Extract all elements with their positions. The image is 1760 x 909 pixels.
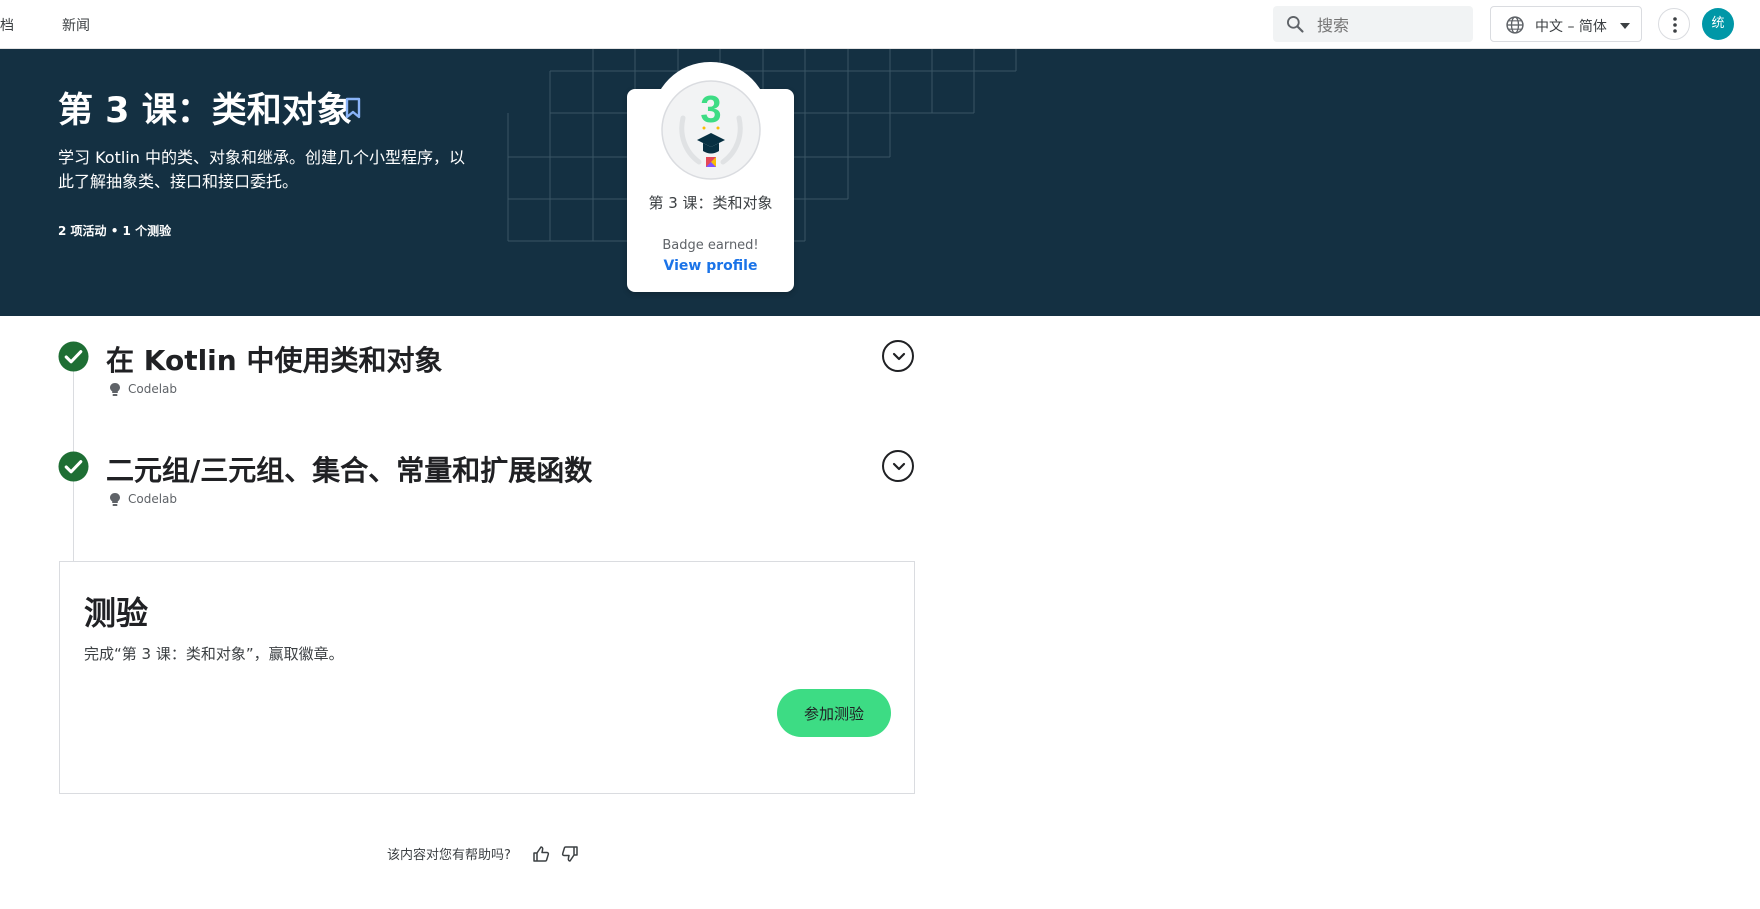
chevron-down-icon (892, 352, 906, 361)
lesson-description: 学习 Kotlin 中的类、对象和继承。创建几个小型程序，以此了解抽象类、接口和… (58, 148, 465, 191)
activity-type: Codelab (128, 492, 178, 506)
more-options-button[interactable] (1658, 8, 1690, 40)
top-app-bar: 档 新闻 中文 – 简体 统 (0, 0, 1760, 49)
check-circle-icon (58, 451, 89, 482)
badge-earned-text: Badge earned! (662, 238, 759, 253)
expand-button[interactable] (882, 450, 914, 482)
lightbulb-icon (110, 493, 120, 506)
expand-button[interactable] (882, 340, 914, 372)
lesson-hero: 第 3 课：类和对象 学习 Kotlin 中的类、对象和继承。创建几个小型程序，… (0, 49, 1760, 316)
lesson-meta: 2 项活动 • 1 个测验 (58, 224, 172, 238)
badge-number: 3 (700, 89, 721, 131)
activity-title[interactable]: 在 Kotlin 中使用类和对象 (106, 339, 442, 379)
search-input[interactable] (1315, 6, 1469, 44)
thumb-down-icon[interactable] (561, 845, 579, 863)
page-title: 第 3 课：类和对象 (58, 91, 352, 131)
badge-title: 第 3 课：类和对象 (648, 194, 773, 212)
caret-down-icon (1620, 23, 1630, 29)
check-circle-icon (58, 341, 89, 372)
nav-link-news[interactable]: 新闻 (62, 15, 90, 35)
language-label: 中文 – 简体 (1535, 19, 1607, 35)
activity-type: Codelab (128, 382, 178, 396)
lesson-badge-image: 3 (661, 80, 761, 180)
thumb-up-icon[interactable] (532, 845, 550, 863)
nav-link-docs[interactable]: 档 (0, 15, 14, 35)
lightbulb-icon (110, 383, 120, 396)
bookmark-icon[interactable] (344, 96, 362, 120)
view-profile-link[interactable]: View profile (627, 258, 794, 274)
quiz-title: 测验 (84, 594, 149, 632)
search-icon (1287, 16, 1304, 33)
feedback-question: 该内容对您有帮助吗? (387, 848, 511, 863)
quiz-description: 完成“第 3 课：类和对象”，赢取徽章。 (84, 645, 344, 663)
quiz-card: 测验 完成“第 3 课：类和对象”，赢取徽章。 参加测验 (59, 561, 915, 794)
take-quiz-button[interactable]: 参加测验 (777, 689, 891, 737)
chevron-down-icon (892, 462, 906, 471)
avatar[interactable]: 统 (1702, 8, 1734, 40)
activity-title[interactable]: 二元组/三元组、集合、常量和扩展函数 (106, 449, 592, 489)
language-selector[interactable]: 中文 – 简体 (1490, 6, 1642, 42)
globe-icon (1506, 16, 1524, 34)
more-vert-icon (1673, 17, 1677, 33)
search-box[interactable] (1273, 6, 1473, 44)
